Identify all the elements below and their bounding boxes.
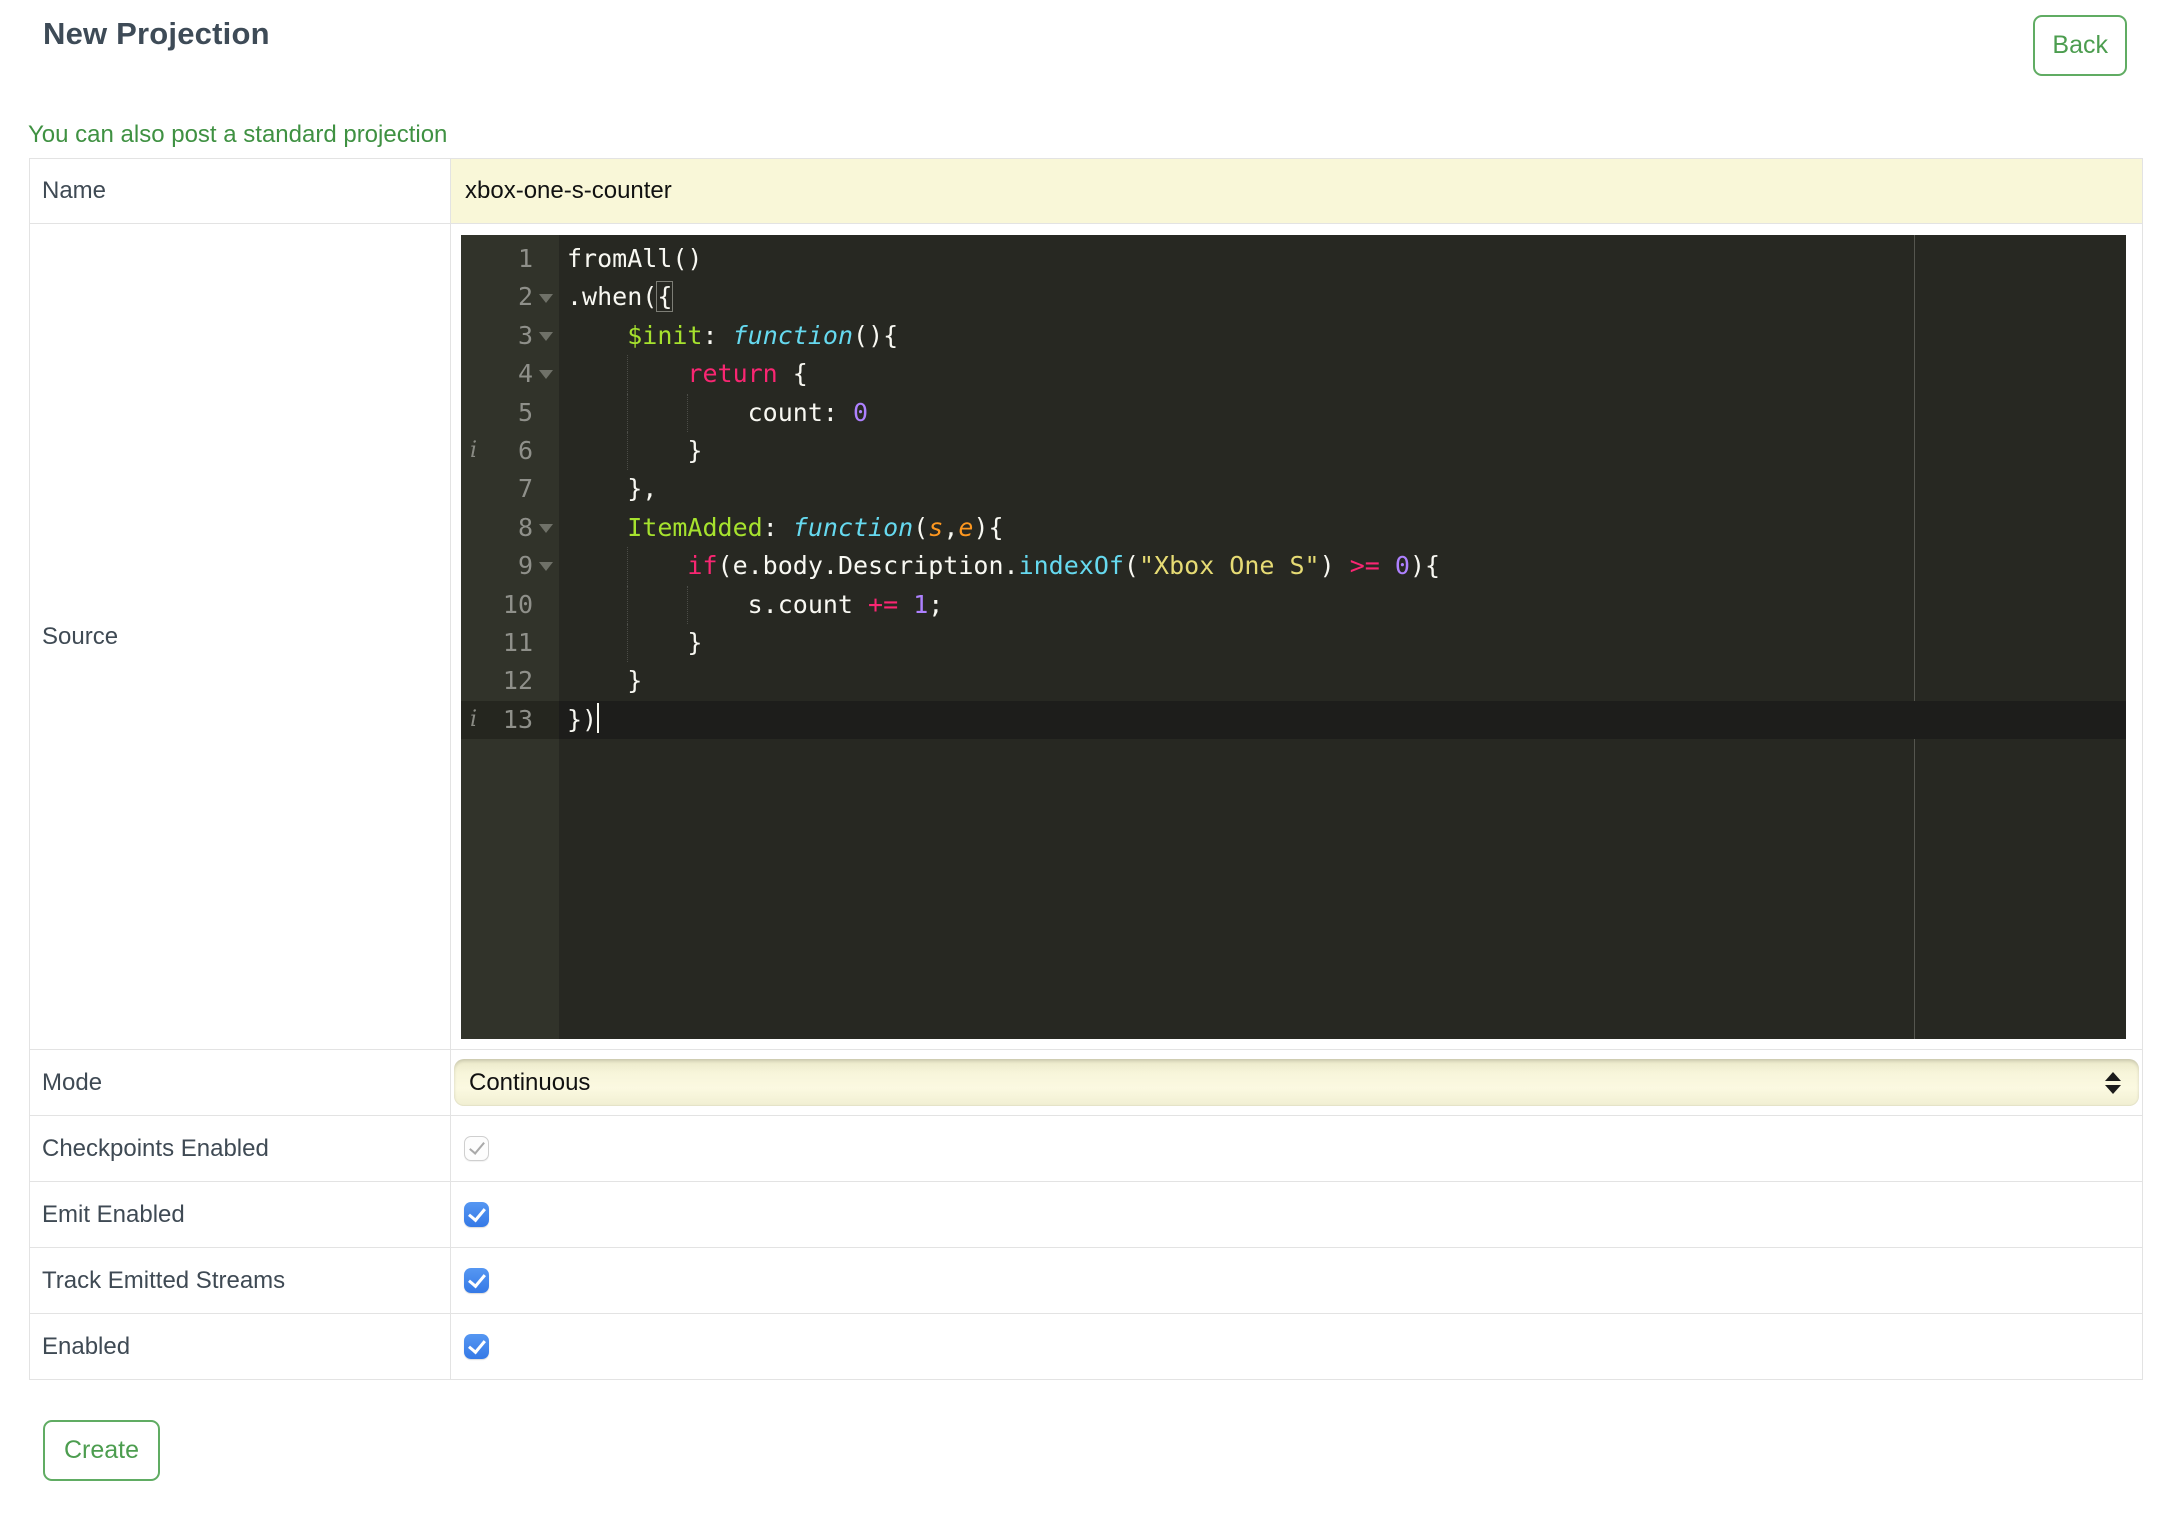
line-number: 13 bbox=[502, 704, 533, 734]
checkbox-track-emitted-streams[interactable] bbox=[464, 1268, 489, 1293]
code-line: 10 s.count += 1; bbox=[461, 585, 2126, 624]
toggle-label: Track Emitted Streams bbox=[29, 1247, 451, 1314]
create-button[interactable]: Create bbox=[43, 1420, 161, 1481]
code-line: i6 } bbox=[461, 431, 2126, 471]
line-number: 5 bbox=[517, 397, 533, 427]
line-number: 12 bbox=[502, 666, 533, 696]
code-line: i 13}) bbox=[461, 700, 2126, 740]
source-label: Source bbox=[29, 223, 451, 1050]
code-line: 3 $init: function(){ bbox=[461, 317, 2126, 355]
standard-projection-link[interactable]: You can also post a standard projection bbox=[28, 122, 2166, 148]
fold-arrow-icon[interactable] bbox=[539, 562, 553, 572]
fold-arrow-icon[interactable] bbox=[539, 331, 553, 341]
code-line: 11 } bbox=[461, 623, 2126, 663]
back-button[interactable]: Back bbox=[2033, 15, 2127, 76]
line-number: 11 bbox=[502, 627, 533, 657]
select-arrows-icon bbox=[2105, 1071, 2121, 1094]
line-number: 9 bbox=[517, 551, 533, 581]
source-row: Source 1 fromAll() 2 .when({3 $init: functi… bbox=[29, 223, 2143, 1050]
page-title: New Projection bbox=[43, 16, 270, 51]
mode-selected-value: Continuous bbox=[469, 1068, 591, 1096]
toggle-row: Emit Enabled bbox=[29, 1181, 2143, 1248]
page-header: New Projection Back bbox=[0, 0, 2166, 76]
toggle-label: Enabled bbox=[29, 1313, 451, 1380]
line-number: 1 bbox=[517, 244, 533, 273]
toggle-row: Checkpoints Enabled bbox=[29, 1115, 2143, 1182]
code-line: 5 count: 0 bbox=[461, 393, 2126, 432]
toggle-label: Checkpoints Enabled bbox=[29, 1115, 451, 1182]
code-line: 1 fromAll() bbox=[461, 240, 2126, 278]
fold-arrow-icon[interactable] bbox=[539, 293, 553, 303]
toggle-row: Enabled bbox=[29, 1313, 2143, 1380]
name-label: Name bbox=[29, 158, 451, 224]
code-line: 7 }, bbox=[461, 470, 2126, 508]
line-number: 3 bbox=[517, 320, 533, 350]
name-row: Name bbox=[29, 158, 2143, 224]
code-line: 9 if(e.body.Description.indexOf("Xbox On… bbox=[461, 547, 2126, 586]
fold-arrow-icon[interactable] bbox=[539, 523, 553, 533]
code-line: 12 } bbox=[461, 662, 2126, 700]
toggle-row: Track Emitted Streams bbox=[29, 1247, 2143, 1314]
code-line: 2 .when({ bbox=[461, 278, 2126, 316]
line-number: 2 bbox=[517, 282, 533, 312]
fold-arrow-icon[interactable] bbox=[539, 370, 553, 380]
annotation-info-icon: i bbox=[470, 706, 478, 732]
checkbox-enabled[interactable] bbox=[464, 1334, 489, 1359]
code-line: 8 ItemAdded: function(s,e){ bbox=[461, 509, 2126, 547]
mode-label: Mode bbox=[29, 1049, 451, 1116]
mode-row: Mode Continuous bbox=[29, 1049, 2143, 1116]
source-code-editor[interactable]: 1 fromAll() 2 .when({3 $init: function(){4 … bbox=[461, 235, 2126, 1039]
name-input[interactable] bbox=[451, 159, 2142, 223]
projection-form: Name Source 1fromAll()2.when({3 $init: f… bbox=[29, 158, 2143, 1380]
annotation-info-icon: i bbox=[470, 437, 478, 463]
toggle-label: Emit Enabled bbox=[29, 1181, 451, 1248]
line-number: 4 bbox=[517, 359, 533, 389]
line-number: 10 bbox=[502, 589, 533, 619]
code-line: 4 return { bbox=[461, 355, 2126, 394]
checkbox-emit-enabled[interactable] bbox=[464, 1202, 489, 1227]
text-cursor bbox=[597, 702, 600, 733]
line-number: 7 bbox=[517, 474, 533, 504]
line-number: 8 bbox=[517, 512, 533, 542]
line-number: 6 bbox=[517, 435, 533, 465]
mode-select[interactable]: Continuous bbox=[454, 1059, 2139, 1106]
checkbox-checkpoints-enabled bbox=[464, 1136, 489, 1161]
